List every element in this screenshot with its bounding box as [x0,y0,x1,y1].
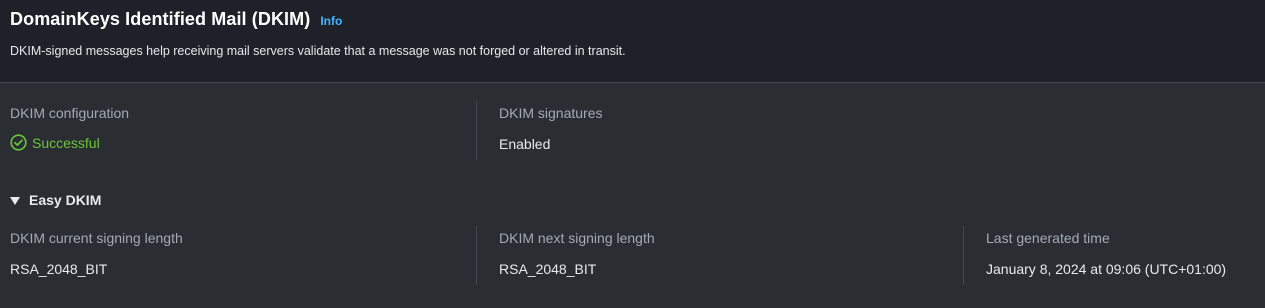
column-divider [476,226,477,285]
column-divider [476,101,477,160]
last-generated-time-value: January 8, 2024 at 09:06 (UTC+01:00) [986,261,1227,277]
next-signing-length-label: DKIM next signing length [499,230,655,246]
page-title: DomainKeys Identified Mail (DKIM) [10,9,311,29]
current-signing-length-label: DKIM current signing length [10,230,183,246]
next-signing-length-value: RSA_2048_BIT [499,261,597,277]
header-description: DKIM-signed messages help receiving mail… [10,44,626,58]
dkim-configuration-value: Successful [32,134,100,151]
dkim-header: DomainKeys Identified Mail (DKIM) Info D… [0,0,1265,83]
dkim-configuration-label: DKIM configuration [10,105,130,121]
dkim-signatures-label: DKIM signatures [499,105,603,121]
dkim-configuration-status: Successful [10,134,100,151]
last-generated-time-label: Last generated time [986,230,1110,246]
caret-down-icon [10,196,20,205]
info-link[interactable]: Info [320,14,342,28]
easy-dkim-label: Easy DKIM [29,192,102,208]
title-row: DomainKeys Identified Mail (DKIM) Info [10,9,342,30]
check-circle-icon [10,134,27,151]
column-divider [963,226,964,285]
dkim-signatures-value: Enabled [499,136,551,152]
easy-dkim-toggle[interactable]: Easy DKIM [10,192,101,208]
current-signing-length-value: RSA_2048_BIT [10,261,108,277]
